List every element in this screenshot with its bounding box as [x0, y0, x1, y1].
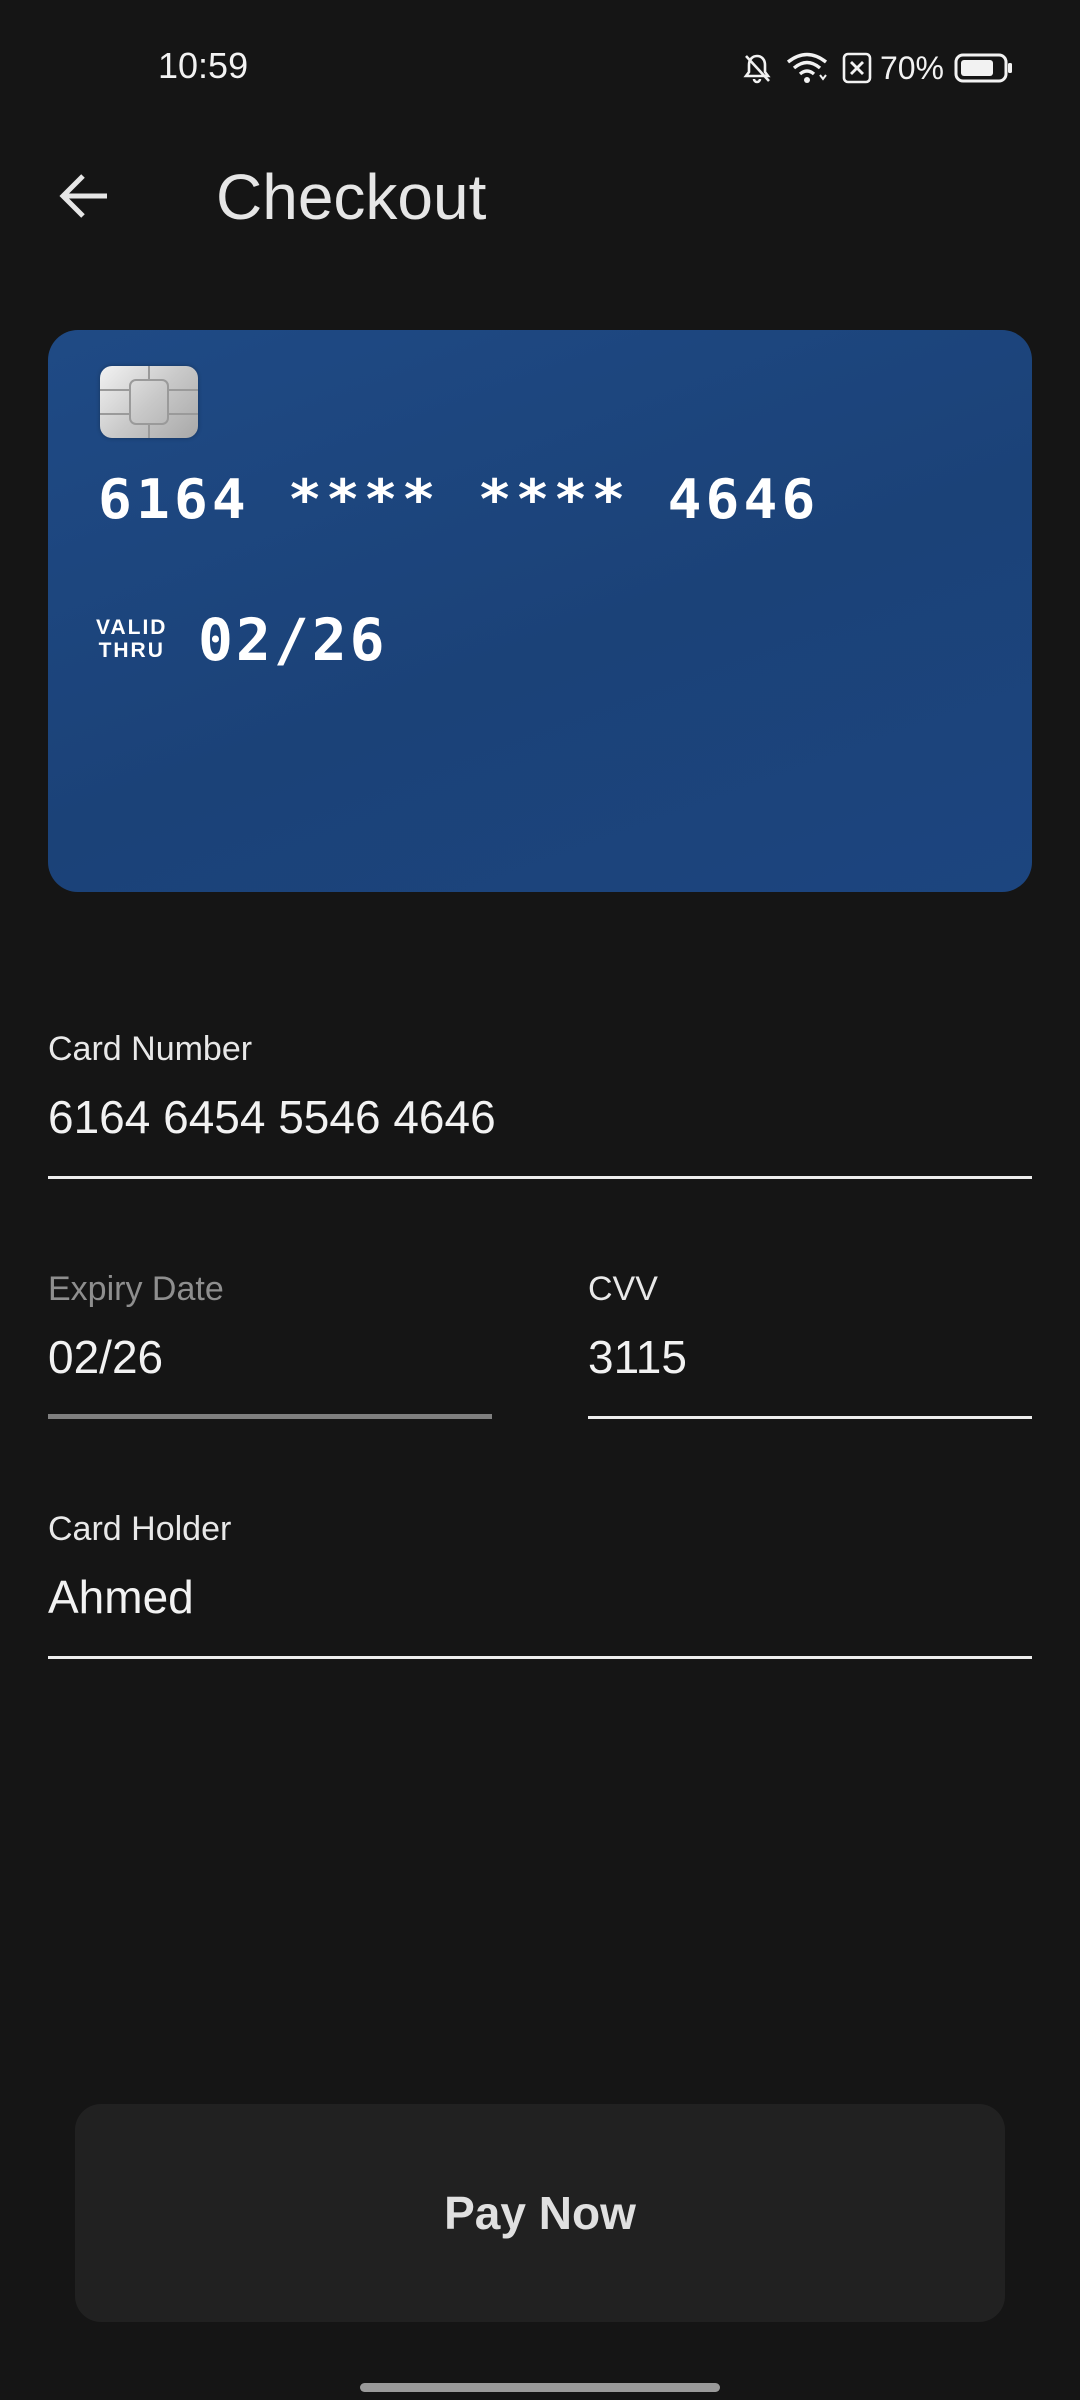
chip-icon [100, 366, 198, 438]
card-holder-underline [48, 1656, 1032, 1659]
card-number-field[interactable]: Card Number 6164 6454 5546 4646 [48, 1030, 1032, 1182]
cvv-input[interactable]: 3115 [588, 1330, 687, 1384]
thru-label: THRU [98, 639, 165, 662]
wifi-icon [786, 51, 828, 85]
expiry-date-underline [48, 1414, 492, 1419]
bell-off-icon [742, 52, 772, 84]
status-time: 10:59 [158, 45, 249, 86]
credit-card-preview: 6164 **** **** 4646 VALID THRU 02/26 [48, 330, 1032, 892]
expiry-date-label: Expiry Date [48, 1270, 224, 1308]
battery-icon [954, 52, 1014, 84]
sim-off-icon [842, 52, 872, 84]
card-number-label: Card Number [48, 1030, 253, 1068]
cvv-label: CVV [588, 1270, 658, 1308]
card-holder-input[interactable]: Ahmed [48, 1570, 194, 1624]
expiry-date-field[interactable]: Expiry Date 02/26 [48, 1270, 492, 1422]
battery-percent: 70% [879, 49, 944, 86]
valid-thru-label: VALID THRU [96, 616, 167, 662]
page-title: Checkout [216, 161, 487, 233]
back-button[interactable] [46, 160, 122, 236]
card-expiry: 02/26 [198, 606, 388, 674]
expiry-date-input[interactable]: 02/26 [48, 1330, 163, 1384]
valid-label: VALID [96, 616, 168, 639]
pay-now-button[interactable]: Pay Now [75, 2104, 1005, 2322]
card-number-underline [48, 1176, 1032, 1179]
card-number-masked: 6164 **** **** 4646 [98, 468, 820, 531]
cvv-field[interactable]: CVV 3115 [588, 1270, 1032, 1422]
cvv-underline [588, 1416, 1032, 1419]
card-number-input[interactable]: 6164 6454 5546 4646 [48, 1090, 496, 1144]
home-indicator[interactable] [360, 2383, 720, 2392]
status-icons: 70% [742, 46, 1014, 90]
card-holder-field[interactable]: Card Holder Ahmed [48, 1510, 1032, 1662]
card-holder-label: Card Holder [48, 1510, 232, 1548]
arrow-left-icon [57, 171, 111, 226]
